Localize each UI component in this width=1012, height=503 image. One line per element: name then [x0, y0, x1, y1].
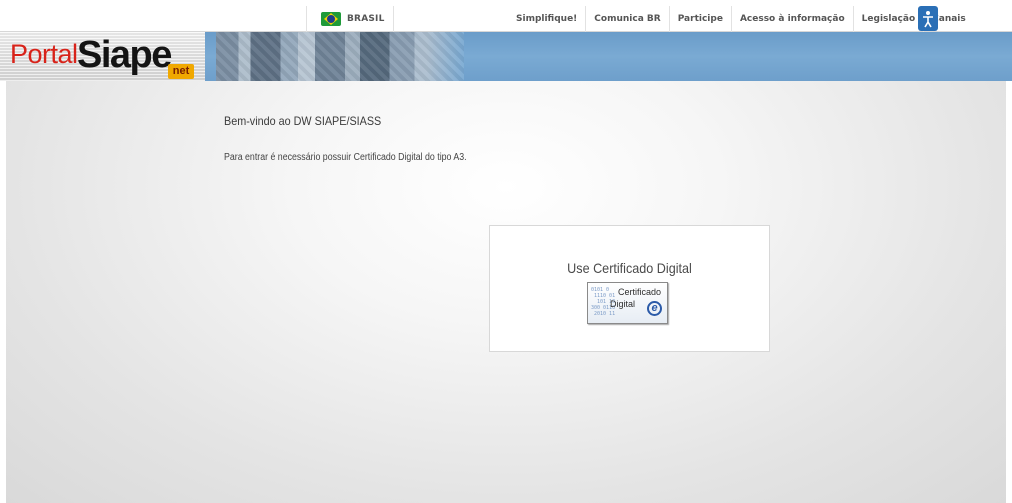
gov-nav: Simplifique! Comunica BR Participe Acess…	[508, 6, 974, 32]
accessibility-figure-icon	[923, 10, 933, 27]
brasil-link[interactable]: BRASIL	[306, 6, 394, 32]
logo-net-badge: net	[168, 64, 194, 79]
certificate-notice: Para entrar é necessário possuir Certifi…	[224, 152, 467, 163]
header-banner: Portal Siape net	[0, 32, 1012, 81]
welcome-heading: Bem-vindo ao DW SIAPE/SIASS	[224, 114, 382, 128]
cert-button-line1: Certificado	[618, 287, 662, 297]
brazil-flag-icon	[321, 12, 341, 26]
logo-portal-text: Portal	[10, 39, 78, 69]
gov-link-acesso-informacao[interactable]: Acesso à informação	[730, 6, 853, 32]
e-emblem-icon: e	[647, 301, 662, 316]
gov-link-legislacao[interactable]: Legislação	[852, 6, 923, 32]
cert-button-line2: Digital	[610, 299, 636, 309]
accessibility-icon[interactable]	[918, 6, 938, 31]
certificate-panel: Use Certificado Digital 0101 0 1110 01 1…	[489, 225, 770, 352]
portal-siape-logo[interactable]: Portal Siape net	[0, 32, 205, 81]
gov-bar: BRASIL Simplifique! Comunica BR Particip…	[0, 0, 1012, 32]
header-photo-collage	[216, 32, 464, 81]
brasil-label: BRASIL	[347, 14, 385, 24]
gov-link-participe[interactable]: Participe	[668, 6, 731, 32]
gov-link-comunica-br[interactable]: Comunica BR	[585, 6, 668, 32]
digital-certificate-button[interactable]: 0101 0 1110 01 101 10 300 0110 2010 11 C…	[587, 282, 668, 324]
logo-siape-text: Siape	[77, 34, 172, 76]
certificate-panel-title: Use Certificado Digital	[567, 260, 692, 276]
gov-link-simplifique[interactable]: Simplifique!	[508, 6, 585, 32]
